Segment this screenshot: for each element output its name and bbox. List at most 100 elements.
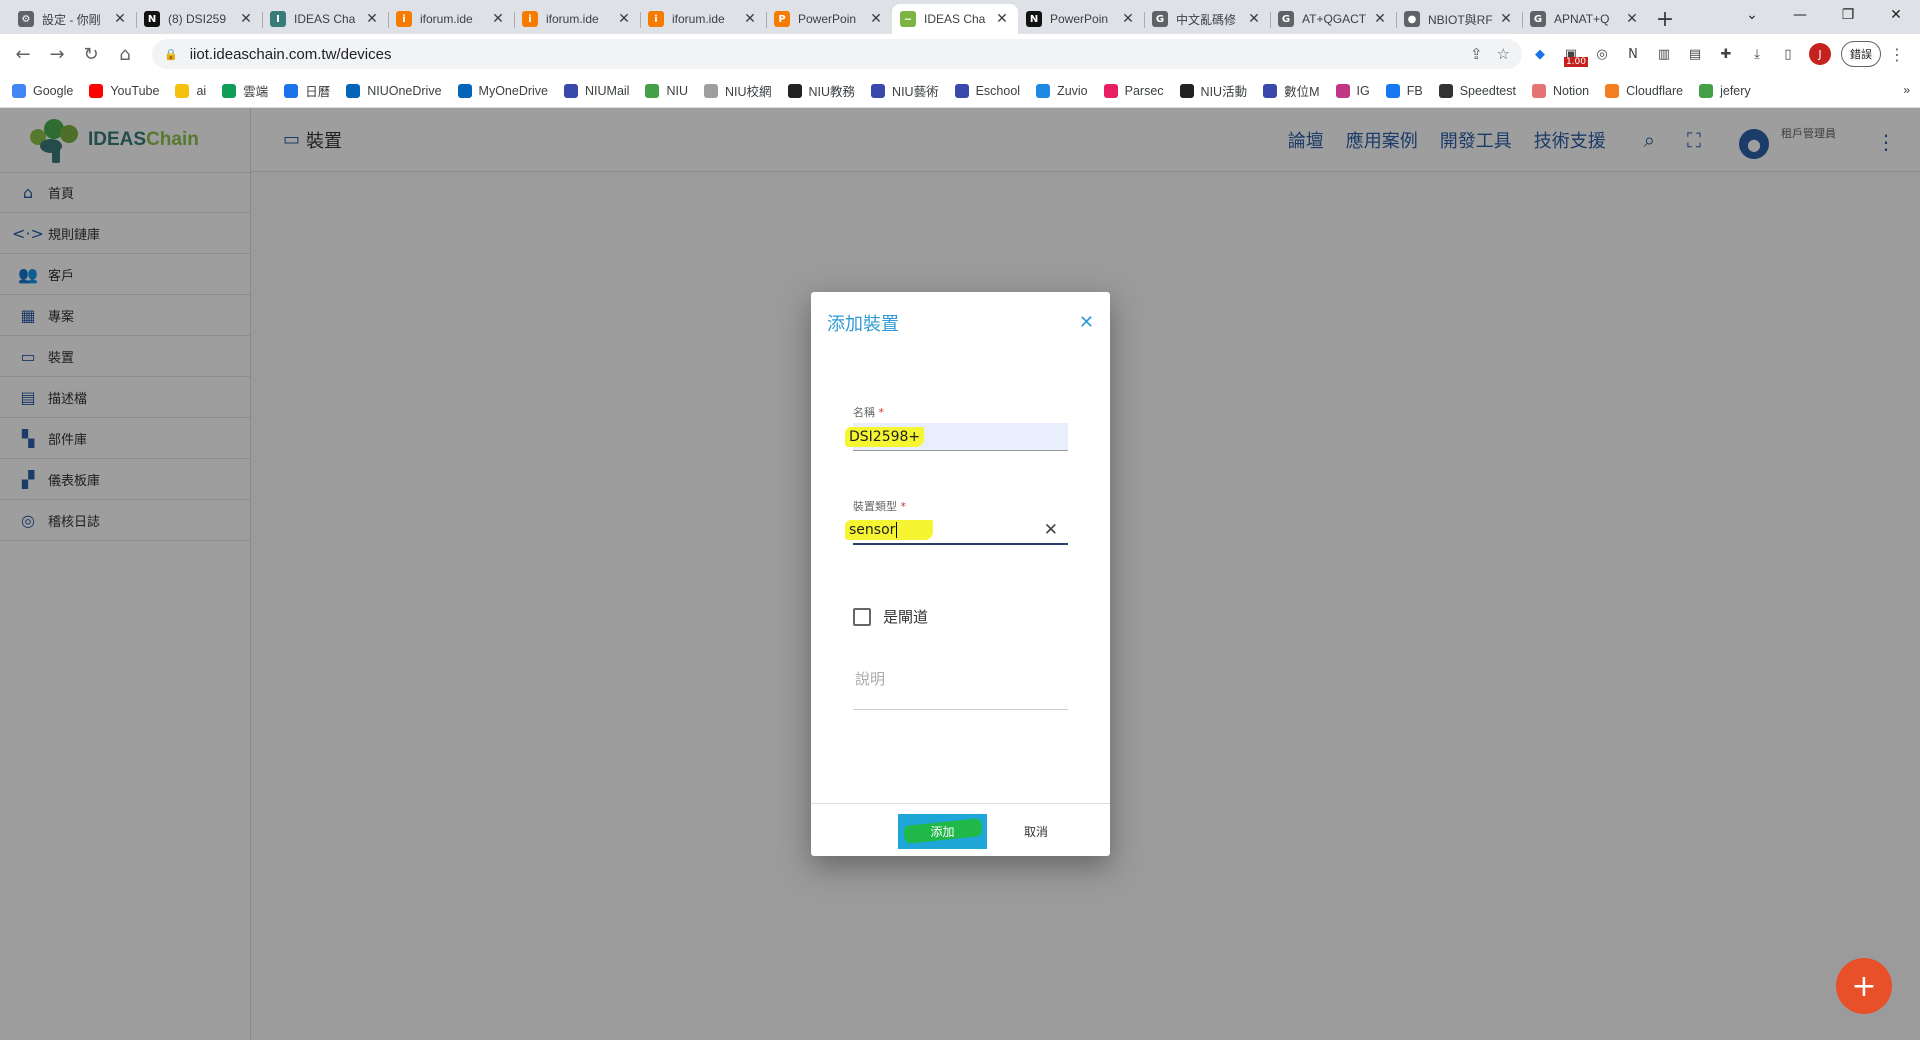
name-value[interactable]: DSI2598+ bbox=[845, 426, 925, 447]
tab-close-icon[interactable]: ✕ bbox=[994, 11, 1010, 27]
bars-extension-icon[interactable]: ▥ bbox=[1651, 41, 1677, 67]
bookmark-item[interactable]: Speedtest bbox=[1438, 83, 1516, 98]
bookmark-label: jefery bbox=[1720, 83, 1751, 98]
bookmark-item[interactable]: jefery bbox=[1699, 83, 1751, 98]
bookmark-item[interactable]: YouTube bbox=[89, 83, 159, 98]
tab-close-icon[interactable]: ✕ bbox=[1498, 11, 1514, 27]
tab-close-icon[interactable]: ✕ bbox=[616, 11, 632, 27]
clear-icon[interactable]: ✕ bbox=[1044, 520, 1058, 540]
browser-tab[interactable]: G AT+QGACT ✕ bbox=[1270, 4, 1396, 34]
bookmark-item[interactable]: NIU教務 bbox=[787, 81, 855, 100]
tab-search-icon[interactable]: ⌄ bbox=[1728, 0, 1776, 30]
add-device-fab[interactable]: + bbox=[1836, 958, 1892, 1014]
browser-tab[interactable]: G 中文亂碼修 ✕ bbox=[1144, 4, 1270, 34]
bookmark-item[interactable]: ai bbox=[175, 83, 206, 98]
close-window-button[interactable]: ✕ bbox=[1872, 0, 1920, 30]
restore-button[interactable]: ❐ bbox=[1824, 0, 1872, 30]
close-icon[interactable]: ✕ bbox=[1079, 312, 1094, 333]
screen-extension-icon[interactable]: ▤ bbox=[1682, 41, 1708, 67]
device-type-input[interactable]: sensor ✕ bbox=[845, 517, 1068, 545]
extension-icon[interactable]: ◆ bbox=[1527, 41, 1553, 67]
bookmark-item[interactable]: MyOneDrive bbox=[457, 83, 548, 98]
minimize-button[interactable]: — bbox=[1776, 0, 1824, 30]
browser-tab[interactable]: i iforum.ide ✕ bbox=[388, 4, 514, 34]
tab-close-icon[interactable]: ✕ bbox=[1372, 11, 1388, 27]
add-button[interactable]: 添加 bbox=[898, 814, 987, 849]
gateway-checkbox-row[interactable]: 是閘道 bbox=[853, 606, 928, 627]
tab-close-icon[interactable]: ✕ bbox=[868, 11, 884, 27]
bookmark-item[interactable]: Cloudflare bbox=[1605, 83, 1683, 98]
forward-button[interactable]: → bbox=[42, 39, 72, 69]
bookmark-item[interactable]: Google bbox=[12, 83, 73, 98]
bookmark-item[interactable]: Parsec bbox=[1103, 83, 1164, 98]
browser-tab[interactable]: i iforum.ide ✕ bbox=[640, 4, 766, 34]
browser-tab[interactable]: ~ IDEAS Cha ✕ bbox=[892, 4, 1018, 34]
new-tab-button[interactable]: + bbox=[1648, 4, 1682, 34]
bookmark-item[interactable]: NIUMail bbox=[564, 83, 629, 98]
tab-close-icon[interactable]: ✕ bbox=[112, 11, 128, 27]
download-icon[interactable]: ⤓ bbox=[1744, 41, 1770, 67]
bookmark-favicon-icon bbox=[954, 83, 969, 98]
bookmark-favicon-icon bbox=[1531, 83, 1546, 98]
tab-close-icon[interactable]: ✕ bbox=[1624, 11, 1640, 27]
error-pill[interactable]: 錯誤 bbox=[1841, 41, 1881, 67]
chrome-menu-icon[interactable]: ⋮ bbox=[1885, 45, 1909, 64]
gateway-checkbox[interactable] bbox=[853, 607, 871, 626]
browser-tab[interactable]: N PowerPoin ✕ bbox=[1018, 4, 1144, 34]
address-bar[interactable]: 🔒 iiot.ideaschain.com.tw/devices ⇪ ☆ bbox=[152, 39, 1522, 69]
tab-close-icon[interactable]: ✕ bbox=[364, 11, 380, 27]
camera-extension-icon[interactable]: ◎ bbox=[1589, 41, 1615, 67]
extension-badge-icon[interactable]: 1.00 ▣ bbox=[1558, 41, 1588, 67]
reload-button[interactable]: ↻ bbox=[76, 39, 106, 69]
bookmark-item[interactable]: 日曆 bbox=[284, 81, 330, 100]
bookmark-favicon-icon bbox=[1438, 83, 1453, 98]
name-input[interactable]: DSI2598+ bbox=[845, 423, 1068, 451]
cancel-button[interactable]: 取消 bbox=[1006, 814, 1066, 849]
tab-close-icon[interactable]: ✕ bbox=[742, 11, 758, 27]
description-field[interactable]: 說明 bbox=[853, 662, 1068, 710]
bookmark-item[interactable]: NIU活動 bbox=[1179, 81, 1247, 100]
bookmarks-more[interactable]: » bbox=[1903, 83, 1910, 97]
bookmark-favicon-icon bbox=[1605, 83, 1620, 98]
tab-close-icon[interactable]: ✕ bbox=[1246, 11, 1262, 27]
bookmark-favicon-icon bbox=[284, 83, 299, 98]
browser-tab[interactable]: G APNAT+Q ✕ bbox=[1522, 4, 1648, 34]
browser-tab[interactable]: N (8) DSI259 ✕ bbox=[136, 4, 262, 34]
puzzle-icon[interactable]: ✚ bbox=[1713, 41, 1739, 67]
bookmark-favicon-icon bbox=[1263, 83, 1278, 98]
globe-icon: ● bbox=[1404, 11, 1420, 27]
gateway-label: 是閘道 bbox=[883, 608, 929, 626]
bookmark-star-icon[interactable]: ☆ bbox=[1497, 45, 1510, 63]
bookmark-favicon-icon bbox=[175, 83, 190, 98]
tab-close-icon[interactable]: ✕ bbox=[238, 11, 254, 27]
tab-title: iforum.ide bbox=[546, 12, 599, 26]
bookmark-item[interactable]: Notion bbox=[1531, 83, 1589, 98]
browser-tab[interactable]: I IDEAS Cha ✕ bbox=[262, 4, 388, 34]
browser-tab[interactable]: ⚙ 設定 - 你剛 ✕ bbox=[10, 4, 136, 34]
profile-avatar[interactable]: J bbox=[1809, 43, 1831, 65]
bookmark-item[interactable]: 雲端 bbox=[222, 81, 268, 100]
bookmark-item[interactable]: NIU藝術 bbox=[871, 81, 939, 100]
browser-tab[interactable]: P PowerPoin ✕ bbox=[766, 4, 892, 34]
notion-extension-icon[interactable]: N bbox=[1620, 41, 1646, 67]
bookmark-item[interactable]: Zuvio bbox=[1036, 83, 1088, 98]
url-text[interactable]: iiot.ideaschain.com.tw/devices bbox=[190, 46, 1456, 63]
home-button[interactable]: ⌂ bbox=[110, 39, 140, 69]
bookmark-item[interactable]: NIUOneDrive bbox=[346, 83, 442, 98]
browser-tab[interactable]: i iforum.ide ✕ bbox=[514, 4, 640, 34]
tab-close-icon[interactable]: ✕ bbox=[1120, 11, 1136, 27]
bookmark-item[interactable]: IG bbox=[1335, 83, 1370, 98]
back-button[interactable]: ← bbox=[8, 39, 38, 69]
bookmark-item[interactable]: NIU校網 bbox=[703, 81, 772, 100]
bookmark-item[interactable]: 數位M bbox=[1263, 81, 1320, 100]
share-icon[interactable]: ⇪ bbox=[1470, 45, 1483, 63]
browser-tab[interactable]: ● NBIOT與RF ✕ bbox=[1396, 4, 1522, 34]
device-type-value[interactable]: sensor bbox=[845, 520, 934, 540]
bookmark-item[interactable]: NIU bbox=[645, 83, 688, 98]
tab-close-icon[interactable]: ✕ bbox=[490, 11, 506, 27]
bookmark-item[interactable]: FB bbox=[1385, 83, 1423, 98]
sidepanel-icon[interactable]: ▯ bbox=[1775, 41, 1801, 67]
bookmark-item[interactable]: Eschool bbox=[954, 83, 1020, 98]
tab-strip: ⚙ 設定 - 你剛 ✕ N (8) DSI259 ✕ I IDEAS Cha ✕ i iforum.… bbox=[0, 0, 1920, 34]
lock-icon[interactable]: 🔒 bbox=[164, 48, 178, 61]
